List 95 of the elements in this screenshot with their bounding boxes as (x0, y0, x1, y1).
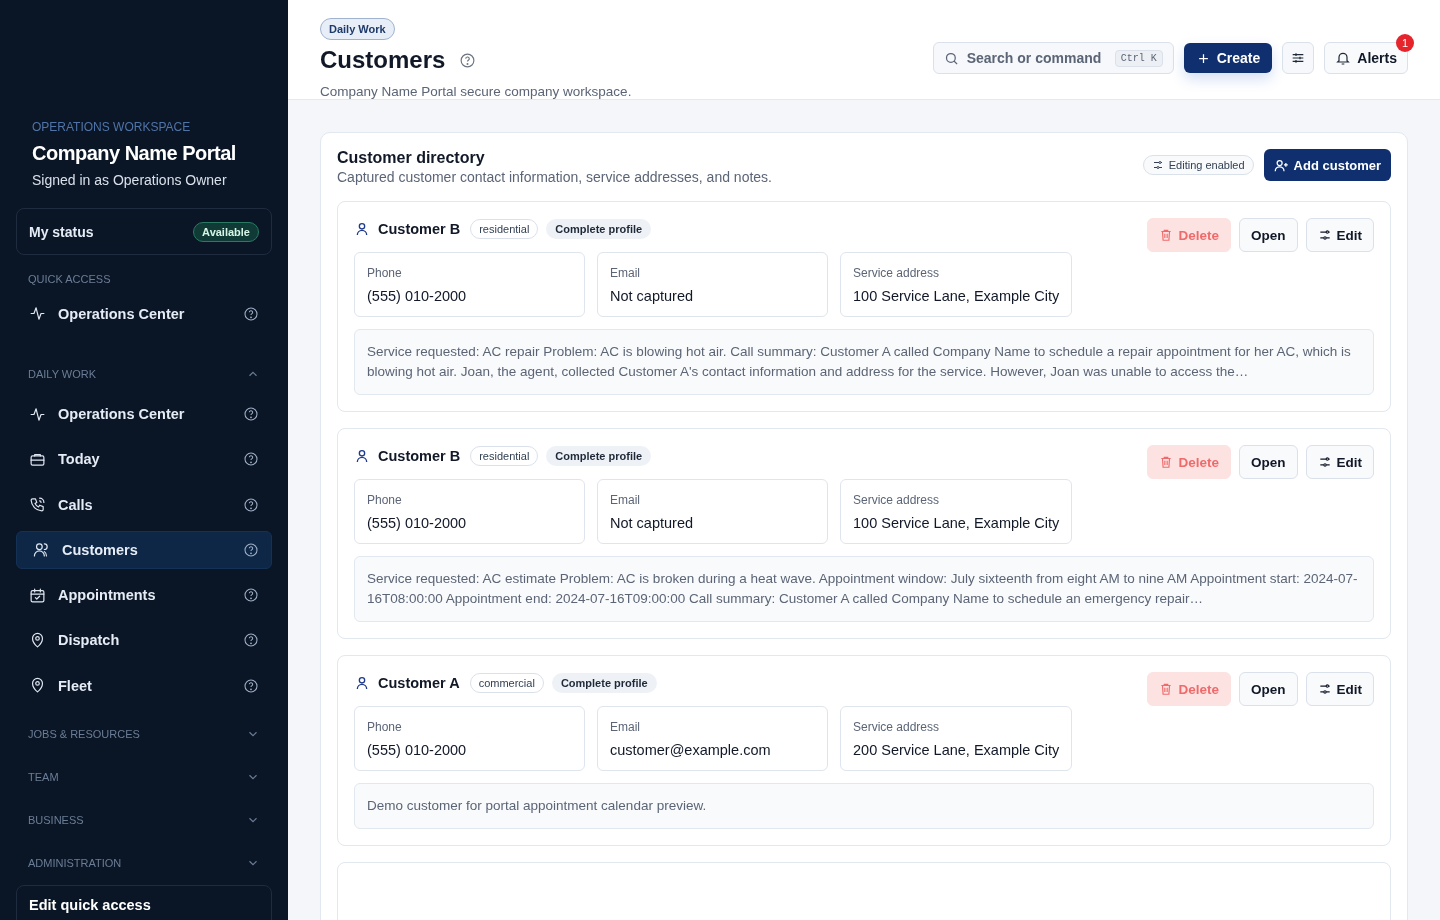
help-icon[interactable] (243, 496, 259, 513)
person-icon (354, 221, 370, 237)
field-label: Email (610, 720, 641, 734)
trash-icon (1159, 228, 1174, 242)
field-label: Phone (367, 266, 403, 280)
nav-item[interactable]: Operations Center (16, 395, 272, 433)
status-label: My status (29, 223, 94, 240)
section-heading[interactable]: DAILY WORK (28, 367, 97, 380)
edit-quick-access-button[interactable]: Edit quick access (16, 884, 272, 920)
add-customer-button[interactable]: Add customer (1263, 149, 1391, 181)
field-label: Phone (367, 493, 403, 507)
editing-chip: Editing enabled (1142, 155, 1254, 175)
note-text: Service requested: AC repair Problem: AC is blowing hot air. Call summary: Customer A called Company Name to schedule a repair appointment for her AC, which is blowing hot air. Joan, the agent, collected Customer A's contact information and address for the service. However, Joan was unable to access the… (367, 344, 1351, 379)
field-value: (555) 010-2000 (367, 288, 468, 304)
note-text: Service requested: AC estimate Problem: AC is broken during a heat wave. Appointment window: July sixteenth from eight AM to nine AM Appointment start: 2024-07-16T08:00:00 Appointment end: 2024-07-16T09:00:00 Call summary: Customer A called Company Name to schedule an emergency repair… (367, 571, 1358, 606)
open-button[interactable]: Open (1239, 445, 1298, 479)
field-label: Phone (367, 720, 403, 734)
activity-icon (29, 405, 46, 423)
person-icon (354, 675, 370, 691)
field-value: Not captured (610, 288, 695, 304)
nav-item[interactable]: Fleet (16, 667, 272, 705)
help-icon[interactable] (243, 451, 259, 468)
customer-name: Customer B (378, 448, 461, 464)
customer-name: Customer A (378, 675, 460, 691)
field-label: Email (610, 266, 641, 280)
status-badge[interactable]: Available (193, 221, 259, 242)
search-icon (943, 50, 959, 66)
edit-button[interactable]: Edit (1305, 445, 1374, 479)
section-heading[interactable]: BUSINESS (28, 814, 84, 827)
nav-item[interactable]: Today (16, 440, 272, 478)
nav-item[interactable]: Calls (16, 486, 272, 524)
help-icon[interactable] (243, 632, 259, 649)
note-text: Demo customer for portal appointment calendar preview. (367, 798, 707, 813)
open-button[interactable]: Open (1239, 218, 1298, 252)
bell-icon (1335, 50, 1352, 66)
toggle-icon (1317, 682, 1332, 696)
breadcrumb-chip[interactable]: Daily Work (320, 18, 395, 40)
users-icon (33, 541, 50, 559)
shortcut-hint: Ctrl K (1114, 49, 1163, 67)
field-label: Service address (853, 266, 941, 280)
field-value: customer@example.com (610, 742, 772, 758)
section-heading[interactable]: JOBS & RESOURCES (28, 727, 140, 740)
field-value: 200 Service Lane, Example City (853, 742, 1060, 758)
customer-name: Customer B (378, 221, 461, 237)
help-icon[interactable] (243, 677, 259, 694)
field-value: 100 Service Lane, Example City (853, 288, 1060, 304)
activity-icon (29, 305, 46, 323)
phone-icon (29, 496, 46, 514)
search-field[interactable]: Search or command Ctrl K (932, 42, 1174, 74)
person-icon (354, 448, 370, 464)
open-button[interactable]: Open (1239, 672, 1298, 706)
trash-icon (1159, 455, 1174, 469)
field-label: Service address (853, 720, 941, 734)
help-icon[interactable] (243, 305, 259, 322)
section-heading: QUICK ACCESS (28, 273, 112, 286)
create-button[interactable]: Create (1183, 43, 1273, 73)
field-label: Service address (853, 493, 941, 507)
toggle-icon (1317, 228, 1332, 242)
help-icon[interactable] (243, 406, 259, 423)
signed-in-text: Signed in as Operations Owner (32, 172, 228, 188)
nav-item[interactable]: Appointments (16, 576, 272, 614)
pin-icon (29, 677, 46, 695)
page-title: Customers (320, 46, 446, 74)
user-plus-icon (1273, 157, 1289, 173)
notification-badge: 1 (1396, 34, 1414, 52)
edit-button[interactable]: Edit (1305, 218, 1374, 252)
nav-item[interactable]: Operations Center (16, 295, 272, 333)
field-value: Not captured (610, 515, 695, 531)
search-input[interactable]: Search or command (964, 49, 1109, 67)
section-heading[interactable]: ADMINISTRATION (28, 857, 122, 870)
help-icon[interactable] (243, 541, 259, 558)
edit-button[interactable]: Edit (1305, 672, 1374, 706)
portal-name: Company Name Portal (32, 142, 237, 165)
pin-icon (29, 631, 46, 649)
field-value: 100 Service Lane, Example City (853, 515, 1060, 531)
page-subtitle: Company Name Portal secure company workspace. (320, 84, 632, 99)
toggle-icon (1151, 159, 1164, 171)
help-icon[interactable] (459, 51, 477, 69)
panel-title: Customer directory (337, 149, 486, 167)
toggle-icon (1317, 455, 1332, 469)
workspace-label: OPERATIONS WORKSPACE (32, 120, 192, 134)
calendar-icon (29, 586, 46, 604)
nav-item[interactable]: Customers (16, 531, 272, 569)
panel-subtitle: Captured customer contact information, service addresses, and notes. (337, 169, 773, 185)
filter-button[interactable] (1282, 42, 1315, 74)
field-value: (555) 010-2000 (367, 742, 468, 758)
field-value: (555) 010-2000 (367, 515, 468, 531)
help-icon[interactable] (243, 587, 259, 604)
trash-icon (1159, 682, 1174, 696)
field-label: Email (610, 493, 641, 507)
section-heading[interactable]: TEAM (28, 770, 59, 783)
profile-tag: Complete profile (551, 673, 657, 693)
profile-tag: Complete profile (546, 446, 652, 466)
profile-tag: Complete profile (546, 219, 652, 239)
nav-item[interactable]: Dispatch (16, 621, 272, 660)
